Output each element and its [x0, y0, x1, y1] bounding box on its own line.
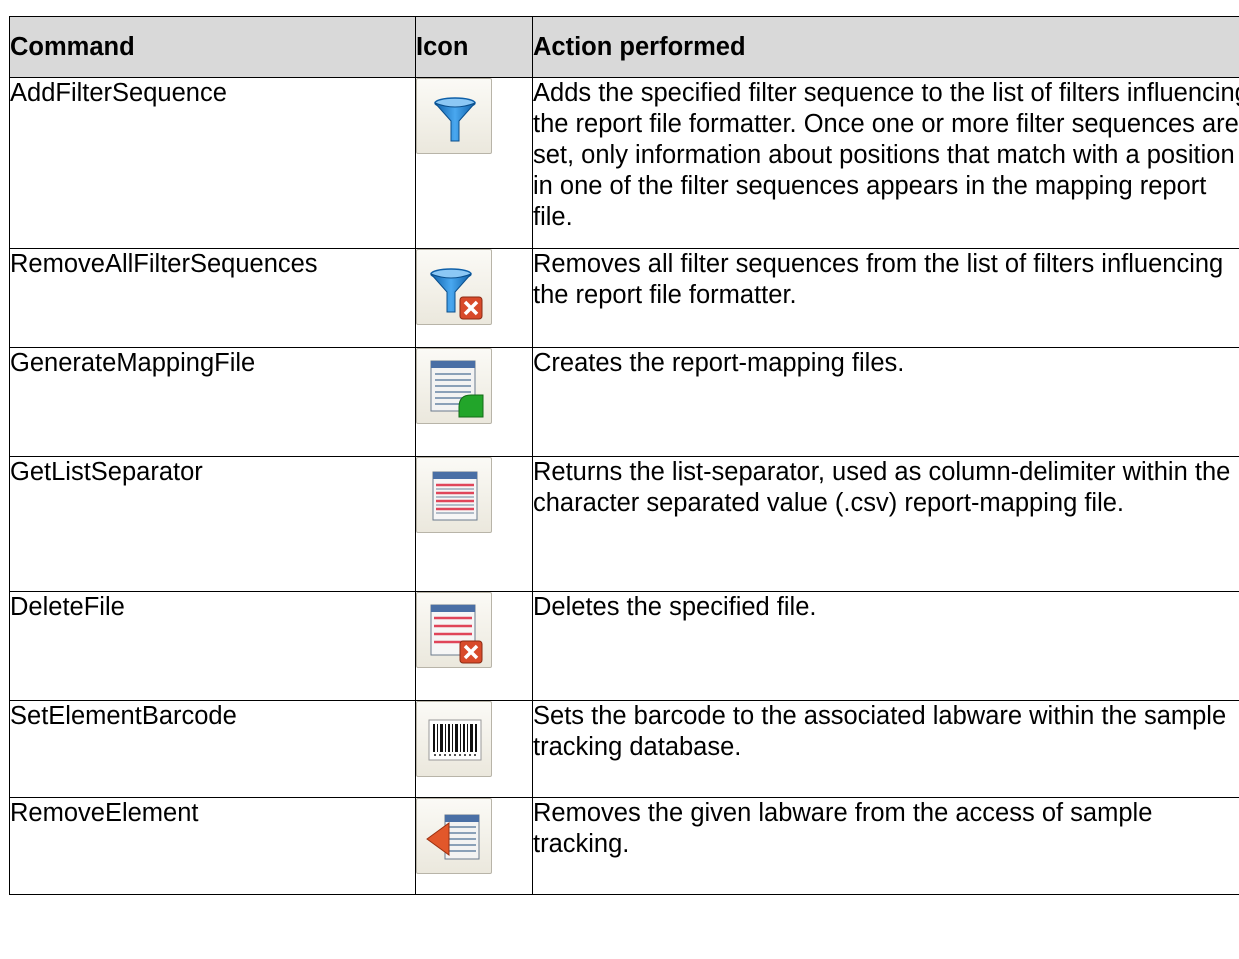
action-description: Returns the list-separator, used as colu… [532, 456, 1239, 592]
table-row: SetElementBarcode Sets the barcode to th… [9, 700, 1239, 798]
command-name: AddFilterSequence [9, 77, 416, 249]
header-action: Action performed [532, 16, 1239, 78]
filter-funnel-icon[interactable] [416, 78, 492, 154]
generate-mapping-file-icon[interactable] [416, 348, 492, 424]
action-description: Creates the report-mapping files. [532, 347, 1239, 457]
command-table: Command Icon Action performed AddFilterS… [9, 16, 1239, 895]
filter-remove-icon[interactable] [416, 249, 492, 325]
command-name: RemoveElement [9, 797, 416, 895]
icon-cell [415, 248, 533, 348]
action-description: Removes all filter sequences from the li… [532, 248, 1239, 348]
table-row: RemoveAllFilterSequences Removes all fil… [9, 248, 1239, 348]
command-name: GetListSeparator [9, 456, 416, 592]
table-row: DeleteFile Deletes the specified file. [9, 591, 1239, 701]
barcode-icon[interactable] [416, 701, 492, 777]
command-name: SetElementBarcode [9, 700, 416, 798]
table-row: RemoveElement Removes the given labware … [9, 797, 1239, 895]
command-name: GenerateMappingFile [9, 347, 416, 457]
icon-cell [415, 700, 533, 798]
action-description: Removes the given labware from the acces… [532, 797, 1239, 895]
icon-cell [415, 77, 533, 249]
action-description: Sets the barcode to the associated labwa… [532, 700, 1239, 798]
header-command: Command [9, 16, 416, 78]
table-row: GenerateMappingFile Creates the report-m… [9, 347, 1239, 457]
action-description: Adds the specified filter sequence to th… [532, 77, 1239, 249]
action-description: Deletes the specified file. [532, 591, 1239, 701]
command-name: RemoveAllFilterSequences [9, 248, 416, 348]
table-header-row: Command Icon Action performed [9, 16, 1239, 78]
icon-cell [415, 347, 533, 457]
header-icon: Icon [415, 16, 533, 78]
icon-cell [415, 456, 533, 592]
icon-cell [415, 591, 533, 701]
table-row: GetListSeparator Returns the list-separa… [9, 456, 1239, 592]
table-row: AddFilterSequence Adds the specified fil… [9, 77, 1239, 249]
list-separator-icon[interactable] [416, 457, 492, 533]
remove-element-icon[interactable] [416, 798, 492, 874]
delete-file-icon[interactable] [416, 592, 492, 668]
icon-cell [415, 797, 533, 895]
command-name: DeleteFile [9, 591, 416, 701]
